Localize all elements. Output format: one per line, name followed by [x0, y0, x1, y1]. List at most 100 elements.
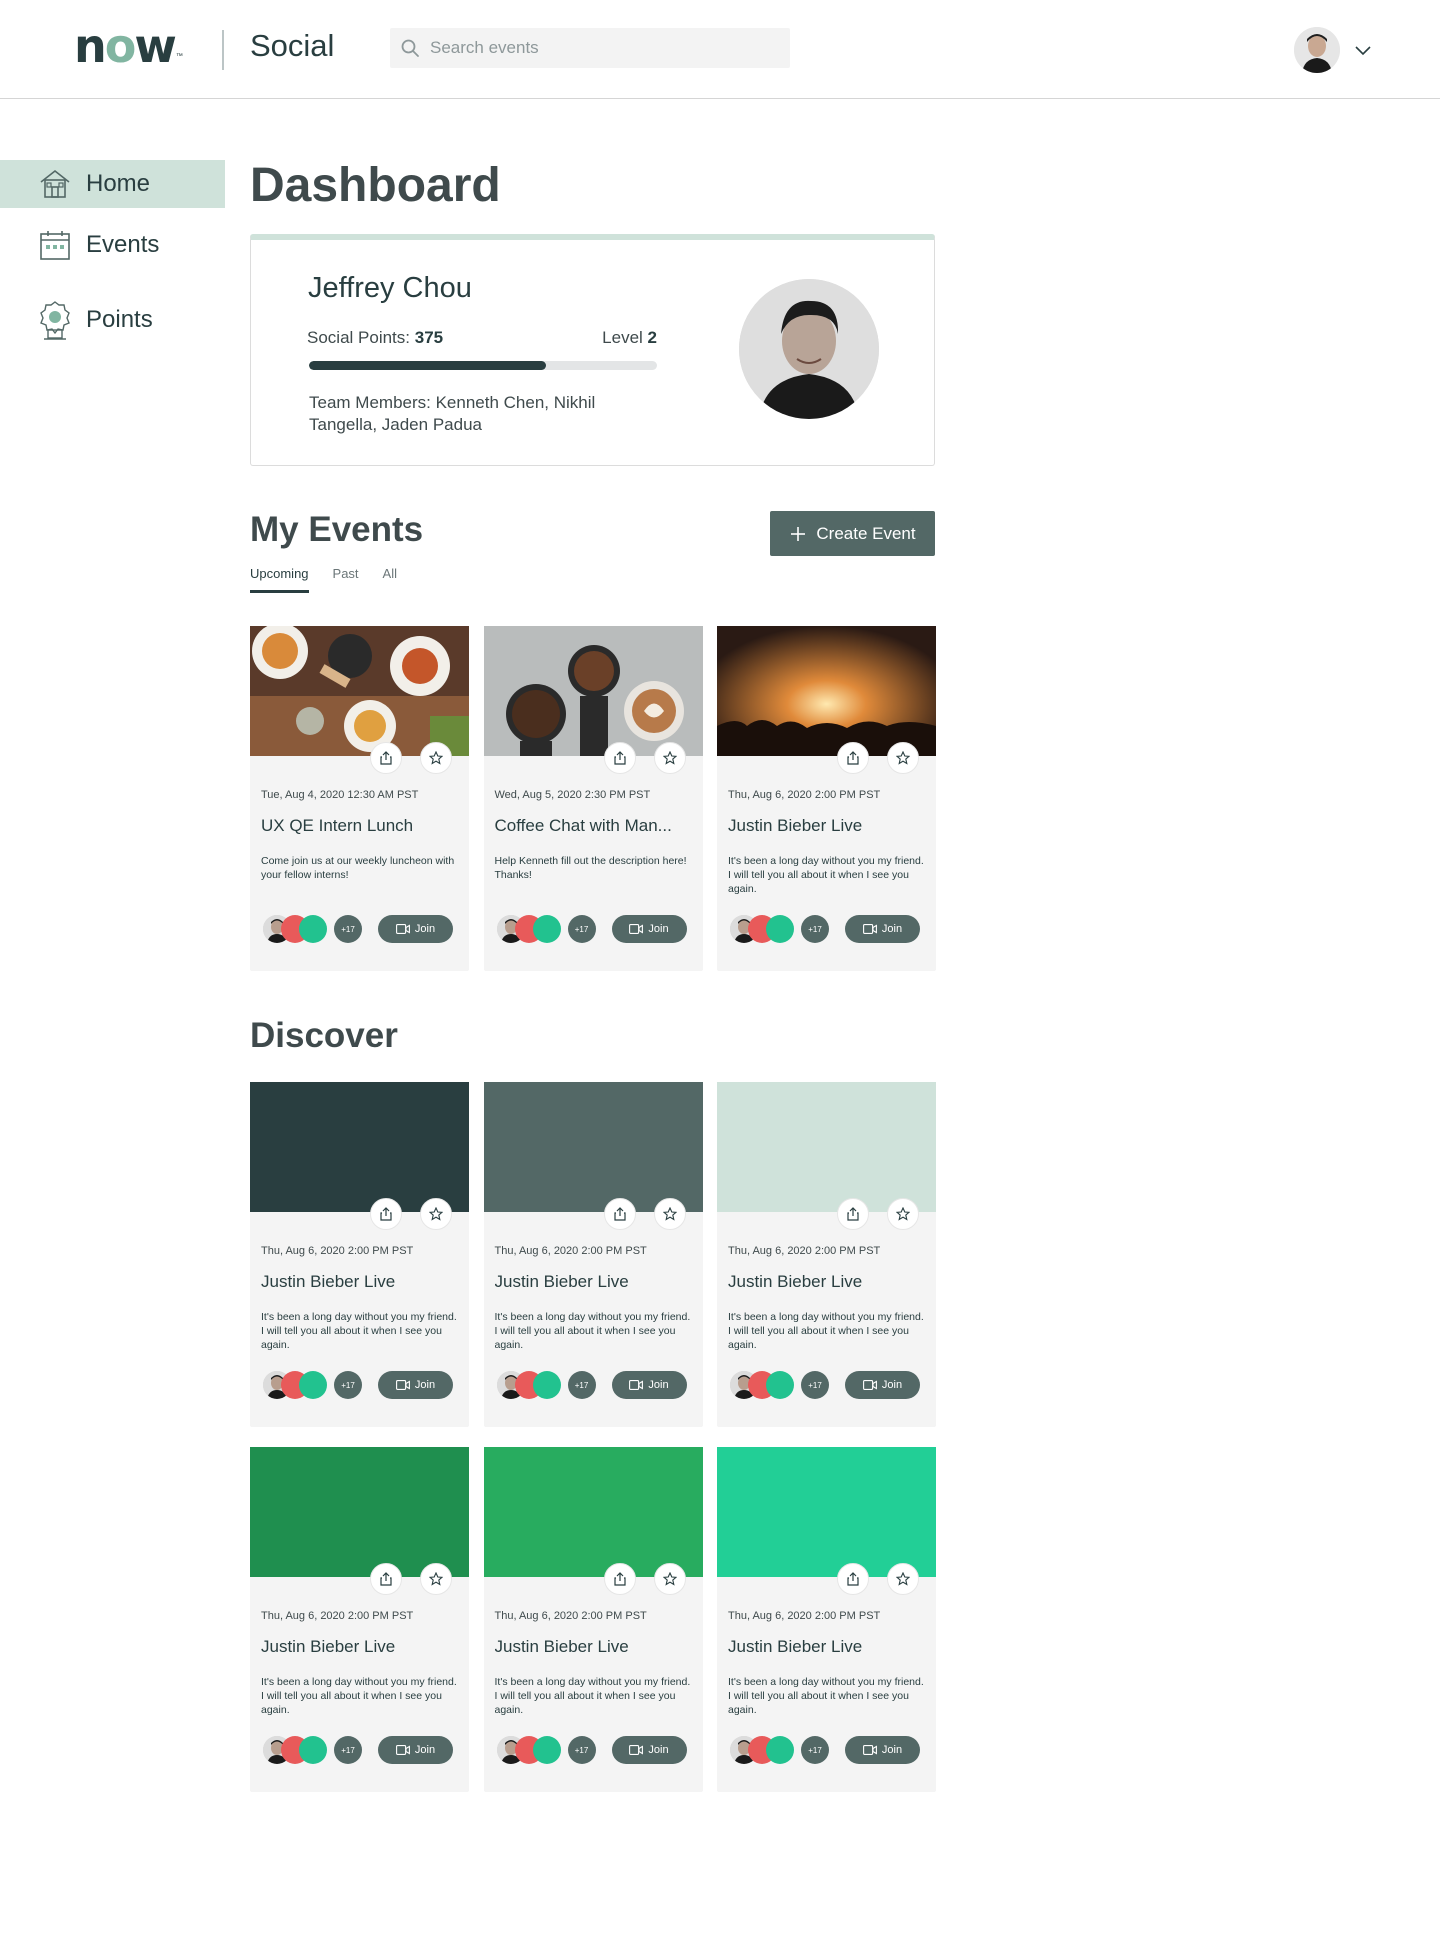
favorite-button[interactable] — [887, 1198, 919, 1230]
attendee-avatars[interactable]: +17 — [263, 915, 373, 945]
event-card[interactable]: Thu, Aug 6, 2020 2:00 PM PST Justin Biebe… — [483, 1082, 703, 1427]
attendee-avatars[interactable]: +17 — [496, 1371, 607, 1401]
event-title[interactable]: Justin Bieber Live — [495, 1637, 695, 1657]
join-button[interactable]: Join — [845, 1736, 920, 1764]
attendee-avatars[interactable]: +17 — [730, 1736, 840, 1766]
video-icon — [395, 1745, 410, 1755]
page-title: Dashboard — [250, 159, 501, 212]
attendee-avatars[interactable]: +17 — [730, 1371, 840, 1401]
favorite-button[interactable] — [653, 742, 686, 774]
event-card[interactable]: Wed, Aug 5, 2020 2:30 PM PST Coffee Chat … — [483, 626, 703, 971]
top-header: now ™ Social — [0, 0, 1440, 99]
more-attendees-badge[interactable]: +17 — [567, 915, 596, 943]
event-title[interactable]: Justin Bieber Live — [495, 1272, 695, 1292]
event-title[interactable]: Coffee Chat with Man... — [495, 816, 695, 836]
favorite-button[interactable] — [420, 1198, 452, 1230]
join-button[interactable]: Join — [845, 1371, 920, 1399]
attendee-avatars[interactable]: +17 — [263, 1736, 373, 1766]
join-button[interactable]: Join — [378, 1736, 453, 1764]
search-input[interactable] — [430, 38, 770, 58]
join-button[interactable]: Join — [845, 915, 920, 943]
tab-past[interactable]: Past — [333, 566, 359, 593]
event-card[interactable]: Thu, Aug 6, 2020 2:00 PM PST Justin Biebe… — [250, 1447, 469, 1792]
create-event-label: Create Event — [816, 523, 916, 543]
join-button[interactable]: Join — [378, 1371, 453, 1399]
share-button[interactable] — [837, 1198, 869, 1230]
event-image[interactable] — [717, 1082, 936, 1212]
event-card[interactable]: Thu, Aug 6, 2020 2:00 PM PST Justin Biebe… — [483, 1447, 703, 1792]
event-image[interactable] — [717, 626, 936, 756]
tab-upcoming[interactable]: Upcoming — [250, 566, 309, 593]
share-button[interactable] — [603, 1563, 636, 1595]
sidebar-item-home[interactable]: Home — [0, 160, 225, 208]
favorite-button[interactable] — [653, 1198, 686, 1230]
calendar-icon — [40, 231, 70, 260]
more-attendees-badge[interactable]: +17 — [567, 1736, 596, 1764]
attendee-avatars[interactable]: +17 — [496, 1736, 607, 1766]
favorite-button[interactable] — [420, 742, 452, 774]
tab-all[interactable]: All — [383, 566, 397, 593]
join-button[interactable]: Join — [611, 915, 687, 943]
more-attendees-badge[interactable]: +17 — [567, 1371, 596, 1399]
event-card[interactable]: Tue, Aug 4, 2020 12:30 AM PST UX QE Inter… — [250, 626, 469, 971]
event-image[interactable] — [250, 1447, 469, 1577]
event-title[interactable]: Justin Bieber Live — [261, 1637, 461, 1657]
avatar — [532, 1736, 561, 1764]
sidebar-item-events[interactable]: Events — [0, 221, 225, 269]
user-menu[interactable] — [1294, 27, 1374, 73]
event-card[interactable]: Thu, Aug 6, 2020 2:00 PM PST Justin Biebe… — [250, 1082, 469, 1427]
share-button[interactable] — [370, 742, 402, 774]
share-button[interactable] — [603, 1198, 636, 1230]
event-card[interactable]: Thu, Aug 6, 2020 2:00 PM PST Justin Biebe… — [717, 626, 936, 971]
avatar[interactable] — [1294, 27, 1340, 73]
favorite-button[interactable] — [653, 1563, 686, 1595]
more-attendees-badge[interactable]: +17 — [801, 915, 829, 943]
chevron-down-icon[interactable] — [1352, 39, 1374, 61]
sidebar-item-points[interactable]: Points — [0, 296, 225, 344]
search-bar[interactable] — [390, 28, 790, 68]
more-attendees-badge[interactable]: +17 — [801, 1736, 829, 1764]
event-image[interactable] — [250, 626, 469, 756]
share-button[interactable] — [370, 1563, 402, 1595]
event-image[interactable] — [483, 1082, 703, 1212]
join-button[interactable]: Join — [378, 915, 453, 943]
event-title[interactable]: UX QE Intern Lunch — [261, 816, 461, 836]
attendee-avatars[interactable]: +17 — [496, 915, 607, 945]
avatar — [299, 915, 327, 943]
event-title[interactable]: Justin Bieber Live — [728, 1272, 928, 1292]
event-image[interactable] — [483, 626, 703, 756]
event-title[interactable]: Justin Bieber Live — [728, 1637, 928, 1657]
attendee-avatars[interactable]: +17 — [263, 1371, 373, 1401]
profile-name: Jeffrey Chou — [308, 272, 472, 304]
points-row: Social Points: 375 Level 2 — [307, 328, 657, 348]
share-button[interactable] — [837, 742, 869, 774]
event-title[interactable]: Justin Bieber Live — [728, 816, 928, 836]
more-attendees-badge[interactable]: +17 — [334, 1736, 362, 1764]
event-date: Thu, Aug 6, 2020 2:00 PM PST — [728, 1245, 881, 1257]
favorite-button[interactable] — [887, 1563, 919, 1595]
event-image[interactable] — [483, 1447, 703, 1577]
share-button[interactable] — [837, 1563, 869, 1595]
attendee-avatars[interactable]: +17 — [730, 915, 840, 945]
event-date: Thu, Aug 6, 2020 2:00 PM PST — [728, 1610, 881, 1622]
event-card[interactable]: Thu, Aug 6, 2020 2:00 PM PST Justin Biebe… — [717, 1447, 936, 1792]
my-events-title: My Events — [250, 510, 424, 549]
join-button[interactable]: Join — [611, 1371, 687, 1399]
now-logo[interactable]: now ™ — [74, 20, 183, 72]
favorite-button[interactable] — [887, 742, 919, 774]
event-image[interactable] — [717, 1447, 936, 1577]
share-button[interactable] — [603, 742, 636, 774]
event-date: Thu, Aug 6, 2020 2:00 PM PST — [261, 1245, 414, 1257]
more-attendees-badge[interactable]: +17 — [334, 1371, 362, 1399]
more-attendees-badge[interactable]: +17 — [334, 915, 362, 943]
event-title[interactable]: Justin Bieber Live — [261, 1272, 461, 1292]
more-attendees-badge[interactable]: +17 — [801, 1371, 829, 1399]
join-button[interactable]: Join — [611, 1736, 687, 1764]
create-event-button[interactable]: Create Event — [770, 511, 935, 556]
points-progress-bar — [309, 361, 657, 370]
event-image[interactable] — [250, 1082, 469, 1212]
event-card[interactable]: Thu, Aug 6, 2020 2:00 PM PST Justin Biebe… — [717, 1082, 936, 1427]
favorite-button[interactable] — [420, 1563, 452, 1595]
join-label: Join — [881, 1379, 903, 1391]
share-button[interactable] — [370, 1198, 402, 1230]
